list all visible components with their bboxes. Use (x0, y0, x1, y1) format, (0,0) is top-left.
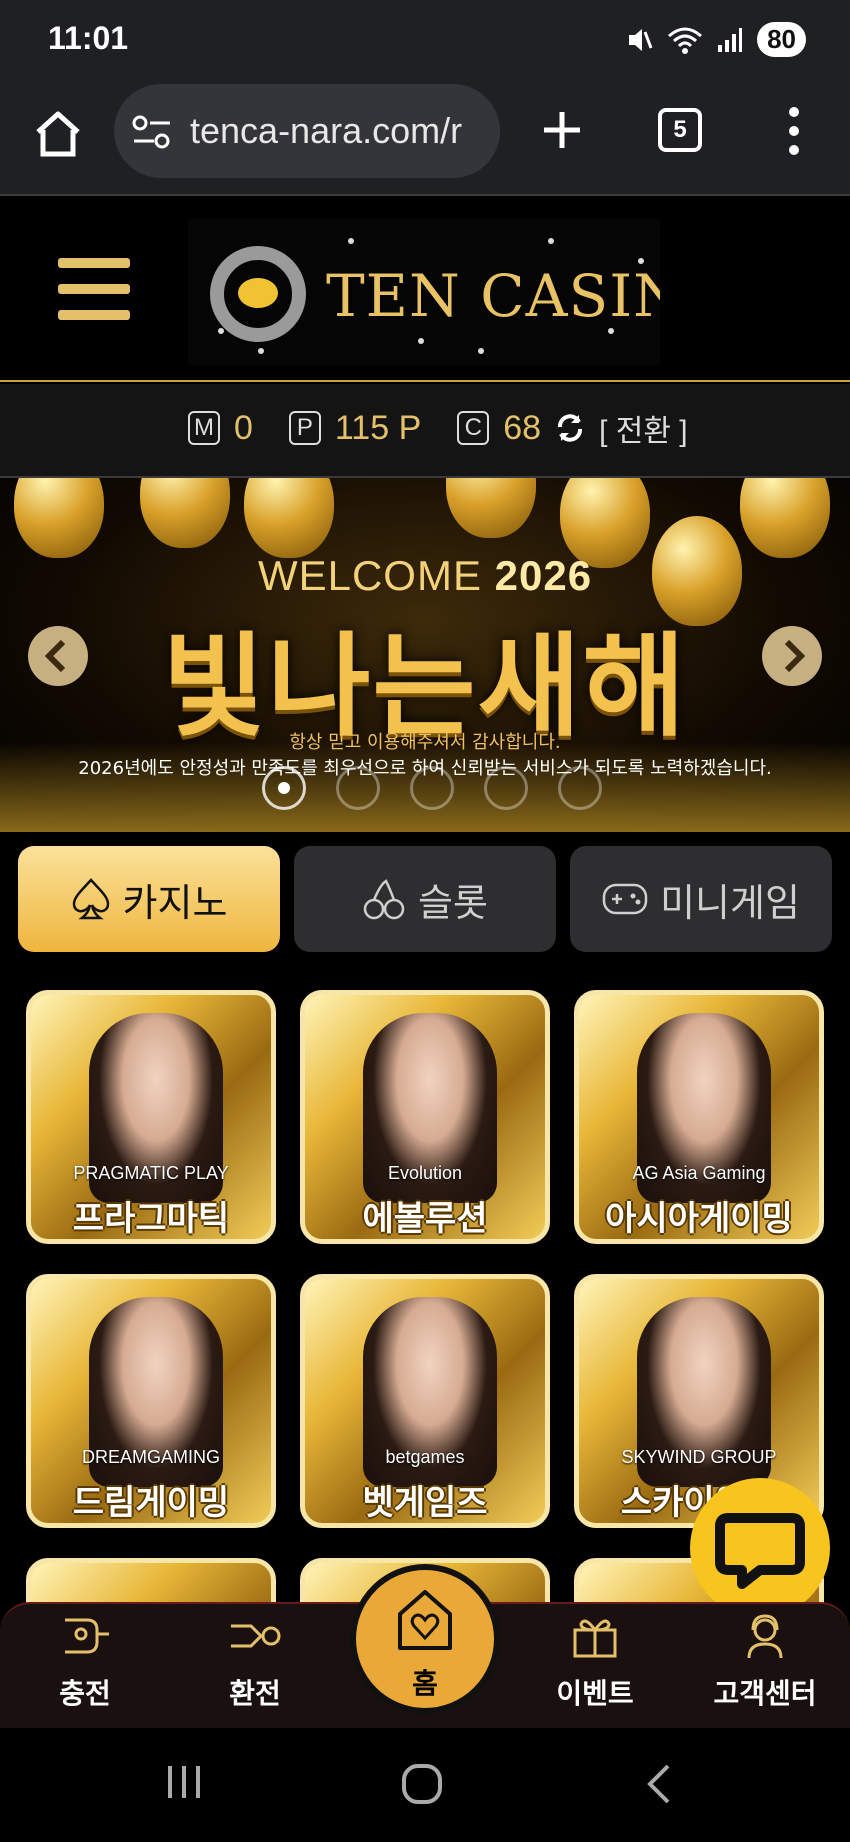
battery-indicator: 80 (757, 22, 806, 57)
game-card-dream-gaming[interactable]: DREAMGAMING 드림게이밍 (26, 1274, 276, 1528)
nav-charge[interactable]: 충전 (20, 1612, 150, 1712)
deposit-icon (65, 1618, 109, 1654)
nav-exchange-label: 환전 (229, 1677, 281, 1710)
switch-button[interactable]: [ 전환 ] (599, 406, 688, 450)
status-time: 11:01 (48, 20, 129, 56)
browser-toolbar: tenca-nara.com/r 5 (0, 80, 850, 196)
game-card-evolution[interactable]: Evolution 에볼루션 (300, 990, 550, 1244)
coupon-badge: C (457, 411, 490, 445)
banner-next-button[interactable] (762, 626, 822, 686)
address-bar[interactable]: tenca-nara.com/r (114, 84, 500, 178)
status-icons: 80 (627, 22, 806, 57)
money-badge: M (188, 411, 220, 445)
nav-support-label: 고객센터 (713, 1677, 817, 1710)
recent-apps-icon[interactable] (164, 1762, 204, 1802)
balloon-decoration (14, 478, 104, 558)
game-card-partial[interactable] (26, 1558, 276, 1604)
logo-emblem (210, 246, 306, 342)
home-heart-icon (398, 1590, 452, 1650)
category-tabs: 카지노 슬롯 미니게임 (18, 846, 832, 952)
game-card-betgames[interactable]: betgames 벳게임즈 (300, 1274, 550, 1528)
chevron-right-icon (784, 639, 806, 673)
site-logo[interactable]: TEN CASINO (188, 218, 660, 366)
signal-icon (718, 27, 743, 52)
tab-slot[interactable]: 슬롯 (294, 846, 556, 952)
nav-charge-label: 충전 (59, 1677, 111, 1710)
tab-minigame-label: 미니게임 (660, 880, 800, 925)
banner-subtitle: 항상 믿고 이용해주셔서 감사합니다. (289, 732, 561, 753)
game-card-pragmatic[interactable]: PRAGMATIC PLAY 프라그마틱 (26, 990, 276, 1244)
game-label: 에볼루션 (362, 1199, 488, 1239)
provider-logo: SKYWIND GROUP (621, 1447, 777, 1467)
gamepad-icon (602, 883, 648, 915)
provider-logo: betgames (385, 1447, 465, 1467)
pagination-dot[interactable] (262, 766, 306, 810)
game-label: 드림게이밍 (72, 1483, 230, 1523)
nav-home-label: 홈 (412, 1667, 438, 1700)
tab-casino[interactable]: 카지노 (18, 846, 280, 952)
site-header: TEN CASINO (0, 198, 850, 382)
coupon-value: 68 (503, 408, 542, 447)
money-value: 0 (234, 408, 253, 447)
chevron-left-icon (44, 639, 66, 673)
mute-icon (629, 28, 653, 51)
balloon-decoration (446, 478, 536, 538)
tab-slot-label: 슬롯 (418, 880, 488, 925)
game-label: 아시아게이밍 (605, 1199, 793, 1239)
nav-event[interactable]: 이벤트 (530, 1612, 660, 1712)
support-agent-icon (747, 1614, 783, 1659)
game-label: 프라그마틱 (72, 1199, 230, 1239)
logo-text: TEN CASINO (326, 262, 660, 330)
game-label: 벳게임즈 (362, 1483, 488, 1523)
home-icon[interactable] (32, 108, 84, 160)
balance-bar: M 0 P 115 P C 68 [ 전환 ] (0, 384, 850, 478)
chat-bubble-icon (715, 1513, 805, 1589)
url-text[interactable]: tenca-nara.com/r (190, 110, 462, 152)
withdraw-icon (231, 1624, 281, 1648)
nav-support[interactable]: 고객센터 (700, 1612, 830, 1712)
provider-logo: Evolution (387, 1163, 463, 1183)
pagination-dot[interactable] (558, 766, 602, 810)
point-badge: P (288, 411, 321, 445)
hamburger-menu-icon[interactable] (58, 258, 130, 320)
nav-exchange[interactable]: 환전 (190, 1612, 320, 1712)
nav-home-button[interactable]: 홈 (350, 1564, 500, 1714)
point-value: 115 P (334, 408, 422, 447)
tab-switcher-button[interactable]: 5 (658, 108, 702, 152)
nav-event-label: 이벤트 (556, 1677, 634, 1710)
tab-minigame[interactable]: 미니게임 (570, 846, 832, 952)
wifi-icon (668, 27, 703, 54)
provider-logo: PRAGMATIC PLAY (73, 1163, 229, 1183)
refresh-icon[interactable] (555, 413, 585, 443)
chat-button[interactable] (690, 1478, 830, 1618)
pagination-dot[interactable] (484, 766, 528, 810)
new-tab-icon[interactable] (538, 106, 586, 154)
system-navigation-bar (0, 1728, 850, 1842)
balloon-decoration (740, 478, 830, 558)
banner-welcome: WELCOME 2026 (257, 552, 593, 599)
provider-logo: AG Asia Gaming (632, 1163, 766, 1183)
tab-casino-label: 카지노 (122, 880, 228, 925)
balloon-decoration (244, 478, 334, 558)
pagination-dot[interactable] (410, 766, 454, 810)
more-menu-icon[interactable] (782, 106, 806, 156)
pagination-dot[interactable] (336, 766, 380, 810)
site-settings-icon[interactable] (132, 114, 172, 150)
spade-icon (72, 878, 109, 920)
home-system-icon[interactable] (400, 1762, 444, 1806)
status-bar: 11:01 80 (0, 0, 850, 80)
provider-logo: DREAMGAMING (81, 1447, 220, 1467)
promo-banner[interactable]: WELCOME 2026 빛나는새해 항상 믿고 이용해주셔서 감사합니다. 2… (0, 478, 850, 832)
gift-icon (573, 1619, 617, 1658)
cherry-icon (363, 879, 405, 920)
banner-prev-button[interactable] (28, 626, 88, 686)
balloon-decoration (140, 478, 230, 548)
back-icon[interactable] (644, 1762, 674, 1806)
game-card-asia-gaming[interactable]: AG Asia Gaming 아시아게이밍 (574, 990, 824, 1244)
banner-pagination (262, 766, 602, 810)
